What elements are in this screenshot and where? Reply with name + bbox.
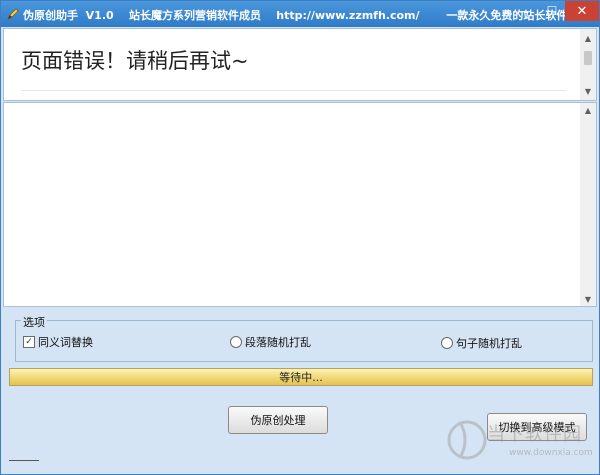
top-scrollbar[interactable]: ▲ ▼ (580, 29, 596, 100)
watermark-url: www.downxia.com (509, 448, 593, 458)
options-legend: 选项 (21, 314, 47, 330)
browser-top-pane: 页面错误！请稍后再试~ ▲ ▼ (3, 28, 597, 101)
switch-advanced-mode-button[interactable]: 切换到高级模式 (487, 413, 587, 441)
title-bar[interactable]: 伪原创助手 V1.0 站长魔方系列营销软件成员 http://www.zzmfh… (1, 1, 599, 27)
option-label: 句子随机打乱 (456, 337, 522, 350)
chevron-down-icon[interactable]: ▼ (580, 292, 596, 306)
radio-icon[interactable] (441, 337, 453, 349)
status-bar (9, 460, 39, 461)
window-title: 伪原创助手 V1.0 站长魔方系列营销软件成员 http://www.zzmfh… (23, 9, 573, 22)
divider (21, 90, 566, 91)
chevron-down-icon[interactable]: ▼ (580, 84, 596, 98)
scroll-thumb[interactable] (584, 51, 592, 65)
option-label: 同义词替换 (38, 336, 93, 349)
progress-bar: 等待中... (9, 368, 593, 386)
maximize-button[interactable]: ☐ (539, 1, 565, 21)
radio-icon[interactable] (230, 336, 242, 348)
bottom-scrollbar[interactable]: ▲ ▼ (580, 103, 596, 306)
checkbox-checked-icon[interactable]: ✓ (23, 336, 35, 348)
error-message: 页面错误！请稍后再试~ (21, 49, 249, 73)
minimize-button[interactable]: — (513, 1, 539, 21)
main-window: 伪原创助手 V1.0 站长魔方系列营销软件成员 http://www.zzmfh… (0, 0, 600, 475)
sentence-shuffle-option[interactable]: 句子随机打乱 (441, 335, 522, 351)
watermark-logo-icon (447, 420, 487, 460)
paragraph-shuffle-option[interactable]: 段落随机打乱 (230, 334, 311, 350)
chevron-up-icon[interactable]: ▲ (580, 103, 596, 117)
process-button[interactable]: 伪原创处理 (228, 406, 328, 434)
chevron-up-icon[interactable]: ▲ (580, 31, 596, 45)
close-button[interactable]: ✕ (565, 1, 599, 21)
progress-text: 等待中... (279, 371, 323, 384)
pen-icon (7, 8, 19, 20)
option-label: 段落随机打乱 (245, 336, 311, 349)
synonym-replace-option[interactable]: ✓ 同义词替换 (23, 334, 93, 350)
browser-bottom-pane: ▲ ▼ (3, 102, 597, 307)
